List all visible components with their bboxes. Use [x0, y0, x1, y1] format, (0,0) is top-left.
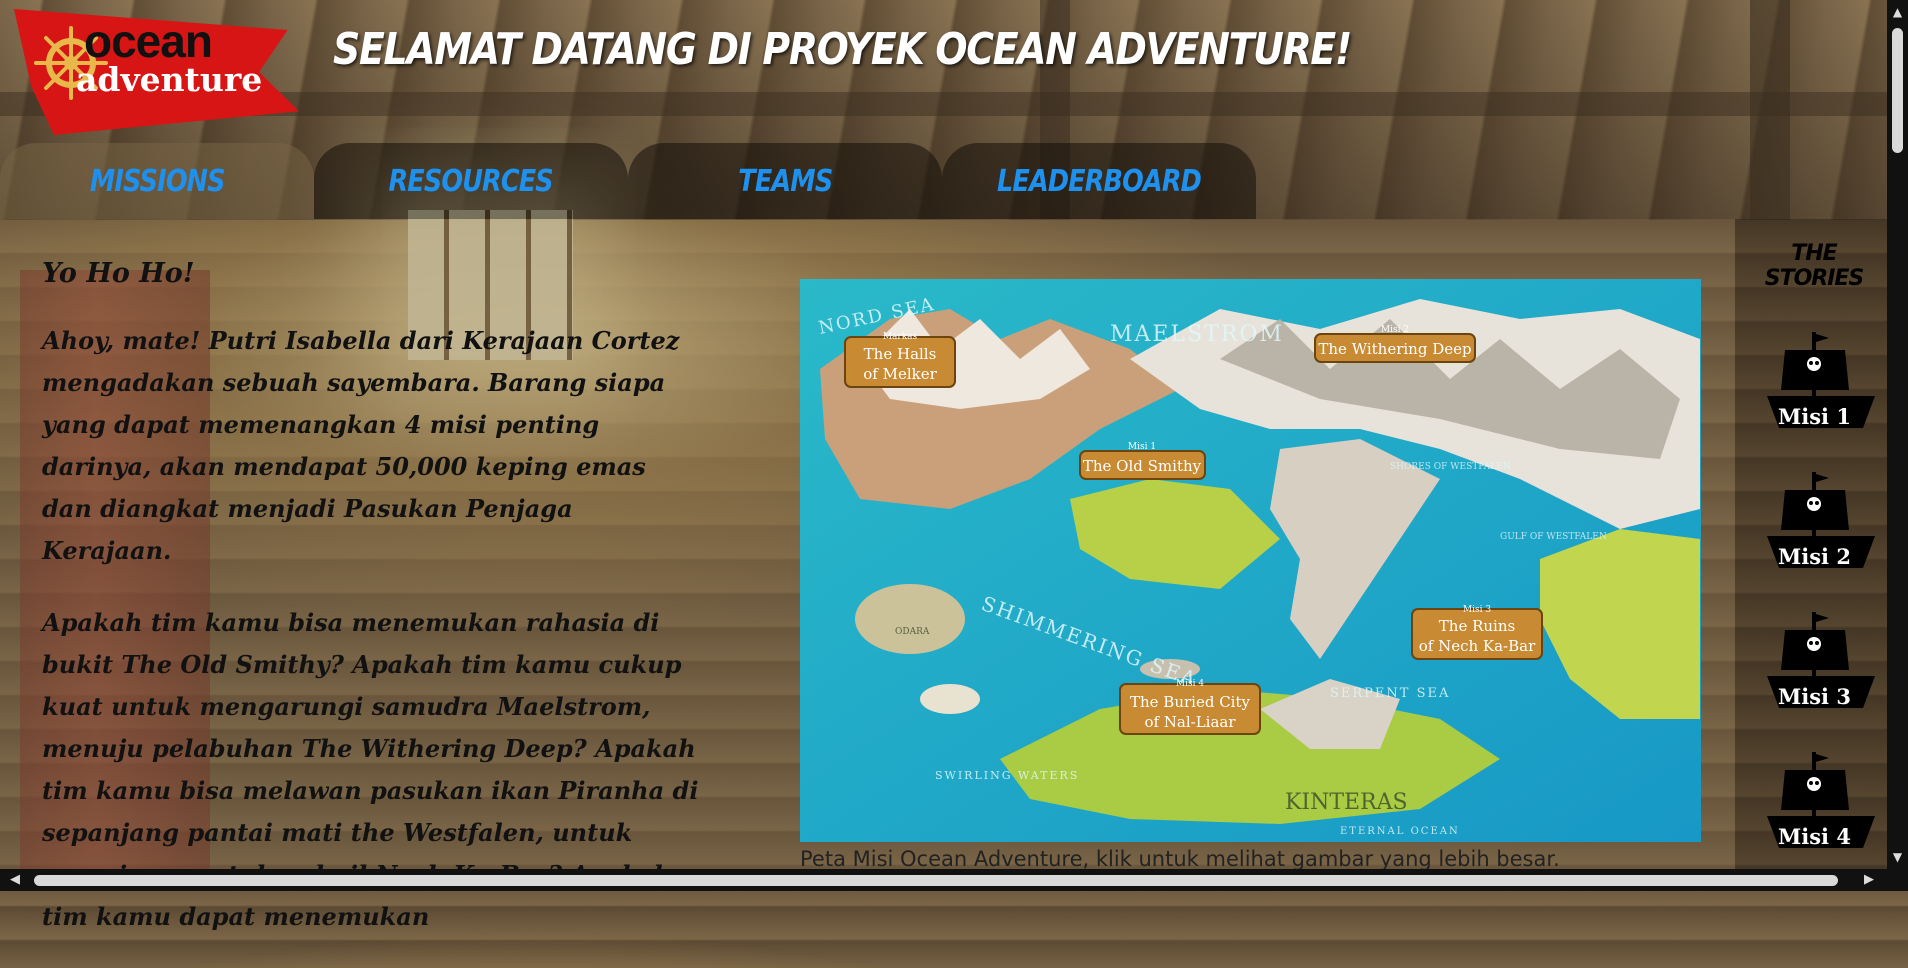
stories-sidebar: THE STORIES Misi 1 Misi 2 Misi 3 Misi 4 [1735, 219, 1887, 869]
tab-label: MISSIONS [89, 163, 226, 199]
map-sea-label: SERPENT SEA [1330, 686, 1450, 701]
tab-missions[interactable]: MISSIONS [0, 143, 314, 219]
story-label: Misi 1 [1778, 404, 1851, 429]
banner-title: The Old Smithy [1083, 457, 1202, 475]
map-banner-markas[interactable]: Markas The Halls of Melker [844, 332, 956, 388]
mission-map-image[interactable]: NORD SEA MAELSTROM SHIMMERING SEA SERPEN… [800, 279, 1701, 842]
banner-title: of Nech Ka-Bar [1419, 637, 1536, 655]
horizontal-scroll-thumb[interactable] [34, 875, 1838, 886]
logo[interactable]: ocean adventure [14, 2, 299, 142]
map-land-label: SHORES OF WESTFALEN [1390, 462, 1511, 472]
banner-title: The Ruins [1439, 617, 1515, 635]
story-link-misi-1[interactable]: Misi 1 [1757, 324, 1889, 439]
banner-tag: Misi 4 [1176, 679, 1204, 689]
tab-label: TEAMS [737, 163, 833, 199]
scrollbar-corner [1887, 869, 1908, 891]
intro-paragraph: Ahoy, mate! Putri Isabella dari Kerajaan… [42, 326, 680, 565]
map-sea-label: MAELSTROM [1110, 322, 1284, 347]
map-sea-label: SWIRLING WATERS [935, 769, 1079, 782]
story-label: Misi 4 [1778, 824, 1851, 849]
vertical-scroll-thumb[interactable] [1892, 28, 1903, 153]
tab-teams[interactable]: TEAMS [628, 143, 942, 219]
banner-title: of Nal-Liaar [1144, 713, 1236, 731]
banner-title: of Melker [863, 365, 937, 383]
intro-text: Yo Ho Ho! Ahoy, mate! Putri Isabella dar… [42, 258, 702, 968]
horizontal-scrollbar[interactable]: ◀ ▶ [0, 869, 1887, 891]
intro-heading: Yo Ho Ho! [42, 258, 195, 289]
stories-title: THE STORIES [1764, 241, 1865, 291]
mission-map[interactable]: NORD SEA MAELSTROM SHIMMERING SEA SERPEN… [800, 279, 1701, 871]
ceiling-beam [1750, 0, 1790, 220]
story-link-misi-4[interactable]: Misi 4 [1757, 744, 1889, 859]
banner-title: The Withering Deep [1318, 340, 1471, 358]
map-caption: Peta Misi Ocean Adventure, klik untuk me… [800, 847, 1560, 871]
story-label: Misi 3 [1778, 684, 1851, 709]
banner-title: The Halls [864, 345, 937, 363]
tab-label: RESOURCES [388, 163, 554, 199]
map-banner-misi-4[interactable]: Misi 4 The Buried City of Nal-Liaar [1119, 679, 1261, 735]
tab-resources[interactable]: RESOURCES [314, 143, 628, 219]
story-label: Misi 2 [1778, 544, 1851, 569]
vertical-scrollbar[interactable]: ▲ ▼ [1887, 0, 1908, 869]
page-title: SELAMAT DATANG DI PROYEK OCEAN ADVENTURE… [333, 24, 1352, 75]
scroll-right-arrow-icon[interactable]: ▶ [1858, 869, 1880, 891]
scroll-down-arrow-icon[interactable]: ▼ [1887, 847, 1908, 867]
tab-leaderboard[interactable]: LEADERBOARD [942, 143, 1256, 219]
tab-label: LEADERBOARD [997, 163, 1202, 199]
story-link-misi-2[interactable]: Misi 2 [1757, 464, 1889, 579]
banner-tag: Misi 2 [1381, 325, 1409, 335]
logo-word-adventure: adventure [76, 60, 263, 99]
map-sea-label: ETERNAL OCEAN [1340, 826, 1460, 837]
banner-tag: Misi 3 [1463, 605, 1491, 615]
map-banner-misi-3[interactable]: Misi 3 The Ruins of Nech Ka-Bar [1411, 605, 1543, 660]
banner-title: The Buried City [1130, 693, 1251, 711]
map-land-label: GULF OF WESTFALEN [1500, 532, 1607, 542]
logo-word-ocean: ocean [84, 15, 213, 67]
story-link-misi-3[interactable]: Misi 3 [1757, 604, 1889, 719]
banner-tag: Markas [883, 332, 918, 342]
scroll-left-arrow-icon[interactable]: ◀ [4, 869, 26, 891]
map-land-label: KINTERAS [1285, 790, 1408, 815]
main-tabs: MISSIONS RESOURCES TEAMS LEADERBOARD [0, 143, 1260, 219]
banner-tag: Misi 1 [1128, 442, 1156, 452]
map-land-label: ODARA [895, 627, 930, 637]
scroll-up-arrow-icon[interactable]: ▲ [1887, 2, 1908, 22]
